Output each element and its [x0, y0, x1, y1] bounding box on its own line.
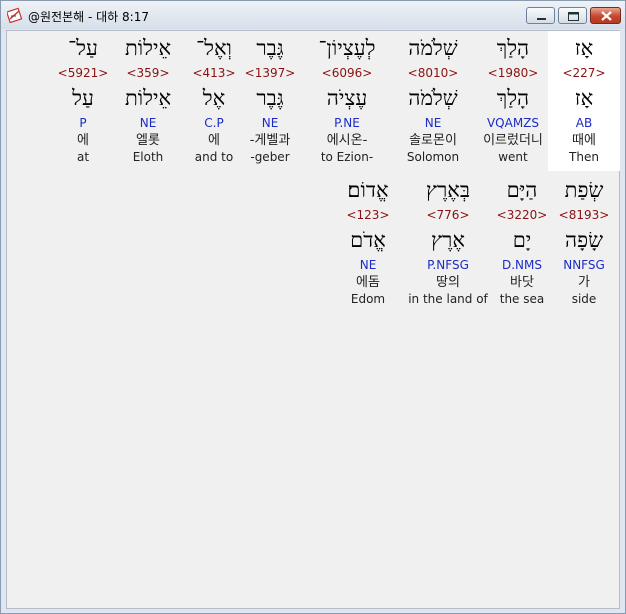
- morphology-code: P.NE: [334, 116, 360, 130]
- hebrew-word: אֵילוֹת: [124, 36, 172, 60]
- hebrew-word: שְׁלֹמֹה: [408, 36, 458, 60]
- hebrew-word: אָז: [574, 36, 594, 60]
- word-cell[interactable]: וְאֶל־ <413> אֶל C.P 에 and to: [185, 31, 243, 166]
- strong-number[interactable]: <776>: [403, 207, 493, 223]
- hebrew-word: הַיָּם: [506, 178, 538, 202]
- word-cell[interactable]: אָז <227> אָז AB 때에 Then: [548, 31, 620, 171]
- strong-number[interactable]: <8010>: [397, 65, 469, 81]
- hebrew-word: בְּאֶרֶץ: [426, 178, 470, 202]
- english-gloss: at: [76, 150, 90, 164]
- strong-number[interactable]: <123>: [332, 207, 404, 223]
- close-icon: [601, 11, 612, 21]
- morphology-code: NE: [359, 258, 377, 272]
- word-cell[interactable]: הָלַךְ <1980> הָלַךְ VQAMZS 이르렀더니 went: [477, 31, 549, 166]
- korean-gloss: 바닷: [510, 275, 534, 290]
- word-cell[interactable]: לְעֶצְיוֹן־ <6096> עֶצְיֹה P.NE 에시온- to …: [304, 31, 390, 166]
- hebrew-lemma: שְׁלֹמֹה: [408, 86, 458, 110]
- morphology-code: NE: [424, 116, 442, 130]
- word-cell[interactable]: אֵילוֹת <359> אֵילוֹת NE 엘롯 Eloth: [116, 31, 180, 166]
- hebrew-word: הָלַךְ: [496, 36, 530, 60]
- korean-gloss: 에돔: [356, 275, 380, 290]
- strong-number[interactable]: <3220>: [486, 207, 558, 223]
- word-cell[interactable]: עַל־ <5921> עַל P 에 at: [55, 31, 111, 166]
- korean-gloss: 이르렀더니: [483, 133, 543, 148]
- word-cell[interactable]: גֶּבֶר <1397> גֶּבֶר NE -게벨과 -geber: [240, 31, 300, 166]
- english-gloss: Edom: [350, 292, 386, 306]
- hebrew-lemma: אֶל: [202, 86, 226, 110]
- hebrew-lemma: יָם: [512, 228, 532, 252]
- morphology-code: VQAMZS: [486, 116, 540, 130]
- word-cell[interactable]: הַיָּם <3220> יָם D.NMS 바닷 the sea: [486, 173, 558, 308]
- hebrew-word: עַל־: [68, 36, 98, 60]
- morphology-code: NE: [139, 116, 157, 130]
- hebrew-word: שְׂפַת: [564, 178, 604, 202]
- strong-number[interactable]: <359>: [116, 65, 180, 81]
- word-cell[interactable]: שְׂפַת <8193> שָׂפָה NNFSG 가 side: [548, 173, 620, 308]
- strong-number[interactable]: <1980>: [477, 65, 549, 81]
- interlinear-panel[interactable]: אָז <227> אָז AB 때에 Then הָלַךְ <1980> ה…: [6, 30, 620, 609]
- english-gloss: -geber: [250, 150, 290, 164]
- english-gloss: the sea: [499, 292, 545, 306]
- korean-gloss: 때에: [572, 133, 596, 148]
- word-cell[interactable]: שְׁלֹמֹה <8010> שְׁלֹמֹה NE 솔로몬이 Solomon: [397, 31, 469, 166]
- english-gloss: Solomon: [406, 150, 460, 164]
- english-gloss: to Ezion-: [320, 150, 374, 164]
- maximize-icon: [568, 12, 579, 21]
- window-title: @원전본해 - 대하 8:17: [28, 10, 149, 24]
- english-gloss: and to: [194, 150, 234, 164]
- strong-number[interactable]: <8193>: [548, 207, 620, 223]
- strong-number[interactable]: <1397>: [240, 65, 300, 81]
- word-cell[interactable]: בְּאֶרֶץ <776> אֶרֶץ P.NFSG 땅의 in the la…: [403, 173, 493, 308]
- minimize-button[interactable]: [526, 7, 555, 24]
- morphology-code: C.P: [204, 116, 224, 130]
- app-window: @원전본해 - 대하 8:17 אָז <227> אָז AB 때에 Then…: [0, 0, 626, 614]
- english-gloss: Eloth: [132, 150, 164, 164]
- title-bar[interactable]: @원전본해 - 대하 8:17: [1, 1, 625, 29]
- english-gloss: went: [498, 150, 528, 164]
- morphology-code: P: [79, 116, 87, 130]
- strong-number[interactable]: <413>: [185, 65, 243, 81]
- hebrew-lemma: הָלַךְ: [496, 86, 530, 110]
- hebrew-lemma: עֶצְיֹה: [326, 86, 368, 110]
- korean-gloss: 솔로몬이: [409, 133, 457, 148]
- word-cell[interactable]: אֱדוֹם׃ <123> אֱדֹם NE 에돔 Edom: [332, 173, 404, 308]
- korean-gloss: 엘롯: [136, 133, 160, 148]
- strong-number[interactable]: <227>: [548, 65, 620, 81]
- strong-number[interactable]: <5921>: [55, 65, 111, 81]
- hebrew-lemma: אֱדֹם: [350, 228, 386, 252]
- bible-app-icon: [7, 7, 23, 23]
- morphology-code: NNFSG: [563, 258, 605, 272]
- korean-gloss: 에: [208, 133, 220, 148]
- hebrew-lemma: שָׂפָה: [565, 228, 603, 252]
- english-gloss: in the land of: [408, 292, 488, 306]
- hebrew-word: גֶּבֶר: [256, 36, 284, 60]
- hebrew-lemma: עַל: [72, 86, 94, 110]
- morphology-code: NE: [261, 116, 279, 130]
- korean-gloss: 에시온-: [326, 133, 368, 148]
- hebrew-word: וְאֶל־: [196, 36, 232, 60]
- hebrew-lemma: אֶרֶץ: [431, 228, 465, 252]
- korean-gloss: 에: [77, 133, 89, 148]
- hebrew-word: לְעֶצְיוֹן־: [318, 36, 376, 60]
- hebrew-lemma: אֵילוֹת: [124, 86, 172, 110]
- morphology-code: D.NMS: [501, 258, 542, 272]
- morphology-code: AB: [575, 116, 593, 130]
- hebrew-word: אֱדוֹם׃: [347, 178, 389, 202]
- strong-number[interactable]: <6096>: [304, 65, 390, 81]
- close-button[interactable]: [590, 7, 621, 24]
- korean-gloss: 땅의: [436, 275, 460, 290]
- korean-gloss: -게벨과: [249, 133, 291, 148]
- english-gloss: side: [571, 292, 597, 306]
- english-gloss: Then: [569, 150, 599, 164]
- minimize-icon: [537, 18, 546, 20]
- hebrew-lemma: גֶּבֶר: [256, 86, 284, 110]
- morphology-code: P.NFSG: [427, 258, 469, 272]
- hebrew-lemma: אָז: [574, 86, 594, 110]
- korean-gloss: 가: [578, 275, 590, 290]
- maximize-button[interactable]: [558, 7, 587, 24]
